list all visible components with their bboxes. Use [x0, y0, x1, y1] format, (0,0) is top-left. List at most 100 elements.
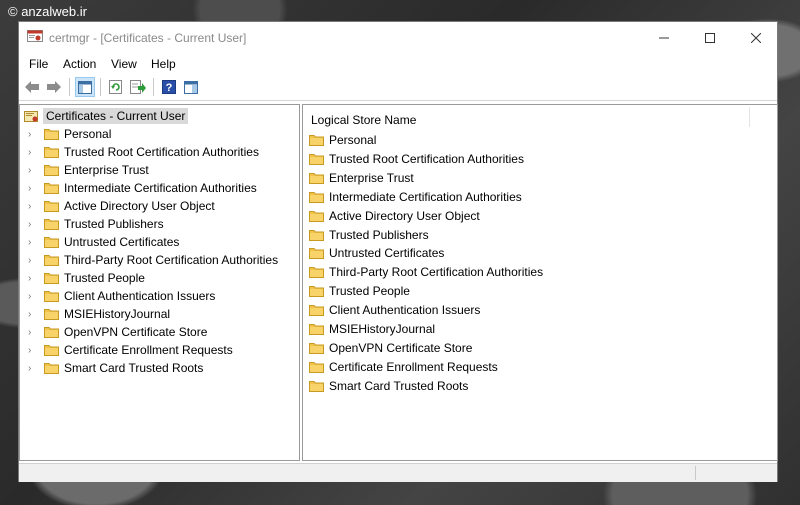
list-item-label: Trusted Publishers: [329, 227, 429, 242]
chevron-right-icon[interactable]: ›: [28, 255, 38, 266]
tree-item-personal[interactable]: › Personal: [28, 126, 111, 142]
folder-icon: [309, 361, 324, 373]
column-divider[interactable]: [749, 107, 750, 127]
close-button[interactable]: [733, 22, 779, 53]
toolbar-separator: [153, 78, 154, 96]
folder-icon: [309, 324, 324, 335]
chevron-right-icon[interactable]: ›: [28, 327, 38, 338]
status-bar: [19, 463, 777, 482]
certificates-snapin-icon: [24, 111, 38, 122]
folder-icon: [44, 237, 59, 248]
tree-item-active-directory-user-object[interactable]: › Active Directory User Object: [28, 198, 215, 214]
chevron-right-icon[interactable]: ›: [28, 183, 38, 194]
tree-root-certificates-current-user[interactable]: Certificates - Current User: [24, 108, 189, 124]
forward-button[interactable]: [44, 77, 64, 97]
tree-item-label: Client Authentication Issuers: [64, 289, 216, 303]
tree-item-openvpn-certificate-store[interactable]: › OpenVPN Certificate Store: [28, 324, 207, 340]
refresh-icon: [109, 80, 122, 94]
toolbar-separator: [69, 78, 70, 96]
export-list-button[interactable]: [128, 77, 148, 97]
list-item-label: Third-Party Root Certification Authoriti…: [329, 265, 544, 280]
refresh-button[interactable]: [106, 77, 126, 97]
list-item-intermediate-certification-authorities[interactable]: Intermediate Certification Authorities: [309, 189, 522, 205]
chevron-right-icon[interactable]: ›: [28, 345, 38, 356]
tree-item-label: Personal: [64, 127, 112, 141]
list-item-client-authentication-issuers[interactable]: Client Authentication Issuers: [309, 302, 480, 318]
column-header-logical-store-name[interactable]: Logical Store Name: [311, 113, 416, 127]
tree-item-label: Smart Card Trusted Roots: [64, 361, 204, 375]
close-icon: [751, 32, 761, 43]
maximize-icon: [705, 32, 715, 43]
list-item-smart-card-trusted-roots[interactable]: Smart Card Trusted Roots: [309, 378, 468, 394]
tree-item-msiehistoryjournal[interactable]: › MSIEHistoryJournal: [28, 306, 170, 322]
watermark: © anzalweb.ir: [8, 4, 87, 19]
chevron-right-icon[interactable]: ›: [28, 363, 38, 374]
folder-icon: [44, 147, 59, 158]
tree-item-client-authentication-issuers[interactable]: › Client Authentication Issuers: [28, 288, 215, 304]
chevron-right-icon[interactable]: ›: [28, 129, 38, 140]
tree-item-label: Intermediate Certification Authorities: [64, 181, 257, 195]
minimize-button[interactable]: [641, 22, 687, 53]
show-hide-tree-icon: [78, 80, 92, 94]
tree-root-label: Certificates - Current User: [43, 108, 189, 124]
list-item-untrusted-certificates[interactable]: Untrusted Certificates: [309, 245, 444, 261]
maximize-button[interactable]: [687, 22, 733, 53]
forward-arrow-icon: [47, 81, 61, 93]
menu-file[interactable]: File: [29, 57, 48, 71]
list-item-openvpn-certificate-store[interactable]: OpenVPN Certificate Store: [309, 340, 472, 356]
tree-item-label: Trusted Publishers: [64, 217, 164, 231]
list-item-label: Trusted People: [329, 284, 410, 299]
chevron-right-icon[interactable]: ›: [28, 219, 38, 230]
folder-icon: [44, 345, 59, 356]
help-button[interactable]: ?: [159, 77, 179, 97]
title-bar[interactable]: certmgr - [Certificates - Current User]: [19, 22, 777, 53]
menu-action[interactable]: Action: [63, 57, 96, 71]
chevron-right-icon[interactable]: ›: [28, 291, 38, 302]
tree-item-untrusted-certificates[interactable]: › Untrusted Certificates: [28, 234, 179, 250]
tree-item-trusted-root-certification-authorities[interactable]: › Trusted Root Certification Authorities: [28, 144, 259, 160]
folder-icon: [309, 267, 324, 279]
properties-button[interactable]: [181, 77, 201, 97]
tree-item-trusted-people[interactable]: › Trusted People: [28, 270, 145, 286]
menu-bar: File Action View Help: [19, 53, 777, 74]
chevron-right-icon[interactable]: ›: [28, 147, 38, 158]
folder-icon: [309, 305, 324, 317]
chevron-right-icon[interactable]: ›: [28, 237, 38, 248]
folder-icon: [44, 327, 59, 338]
tree-item-label: Active Directory User Object: [64, 199, 215, 213]
show-hide-tree-button[interactable]: [75, 77, 95, 97]
tree-item-label: OpenVPN Certificate Store: [64, 325, 208, 339]
chevron-right-icon[interactable]: ›: [28, 273, 38, 284]
tree-item-enterprise-trust[interactable]: › Enterprise Trust: [28, 162, 149, 178]
tree-item-trusted-publishers[interactable]: › Trusted Publishers: [28, 216, 164, 232]
chevron-right-icon[interactable]: ›: [28, 165, 38, 176]
list-item-label: Client Authentication Issuers: [329, 303, 481, 318]
tree-item-certificate-enrollment-requests[interactable]: › Certificate Enrollment Requests: [28, 342, 233, 358]
list-item-active-directory-user-object[interactable]: Active Directory User Object: [309, 208, 480, 224]
list-item-label: MSIEHistoryJournal: [329, 322, 436, 336]
folder-icon: [309, 229, 324, 241]
menu-view[interactable]: View: [111, 57, 137, 71]
list-item-trusted-root-certification-authorities[interactable]: Trusted Root Certification Authorities: [309, 151, 524, 167]
back-button[interactable]: [22, 77, 42, 97]
list-item-trusted-publishers[interactable]: Trusted Publishers: [309, 227, 429, 243]
tree-item-smart-card-trusted-roots[interactable]: › Smart Card Trusted Roots: [28, 360, 203, 376]
list-item-msiehistoryjournal[interactable]: MSIEHistoryJournal: [309, 321, 435, 337]
list-item-certificate-enrollment-requests[interactable]: Certificate Enrollment Requests: [309, 359, 498, 375]
list-item-label: Trusted Root Certification Authorities: [329, 151, 524, 166]
list-item-personal[interactable]: Personal: [309, 132, 376, 148]
folder-icon: [309, 153, 324, 165]
list-item-enterprise-trust[interactable]: Enterprise Trust: [309, 170, 414, 186]
folder-icon: [309, 172, 324, 184]
svg-text:?: ?: [166, 82, 173, 94]
list-item-third-party-root-certification-authorities[interactable]: Third-Party Root Certification Authoriti…: [309, 264, 543, 280]
list-item-trusted-people[interactable]: Trusted People: [309, 283, 410, 299]
tree-item-third-party-root-certification-authorities[interactable]: › Third-Party Root Certification Authorit…: [28, 252, 278, 268]
tree-item-label: Trusted People: [64, 271, 145, 285]
chevron-right-icon[interactable]: ›: [28, 201, 38, 212]
chevron-right-icon[interactable]: ›: [28, 309, 38, 320]
menu-help[interactable]: Help: [151, 57, 176, 71]
console-tree-pane: Certificates - Current User › Personal › Tr…: [19, 104, 300, 461]
export-list-icon: [130, 80, 146, 94]
tree-item-intermediate-certification-authorities[interactable]: › Intermediate Certification Authorities: [28, 180, 257, 196]
